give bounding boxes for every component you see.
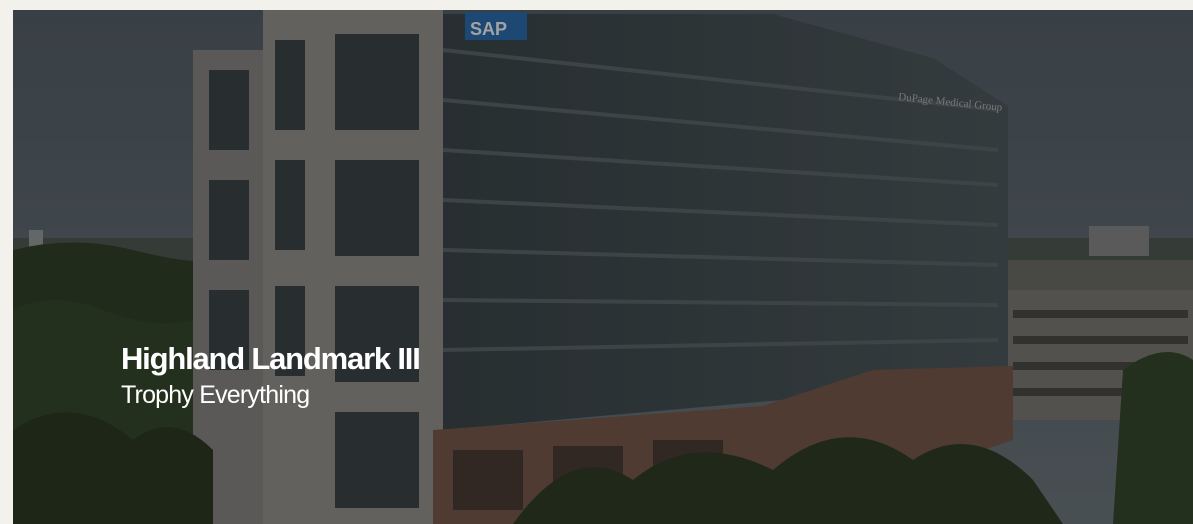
hero-caption: Highland Landmark III Trophy Everything bbox=[121, 340, 421, 412]
hero-banner: SAP DuPage Medical Group Highland Landma… bbox=[13, 10, 1193, 524]
dark-overlay bbox=[13, 10, 1193, 524]
hero-subtitle: Trophy Everything bbox=[121, 381, 310, 409]
hero-title: Highland Landmark III bbox=[121, 341, 421, 376]
